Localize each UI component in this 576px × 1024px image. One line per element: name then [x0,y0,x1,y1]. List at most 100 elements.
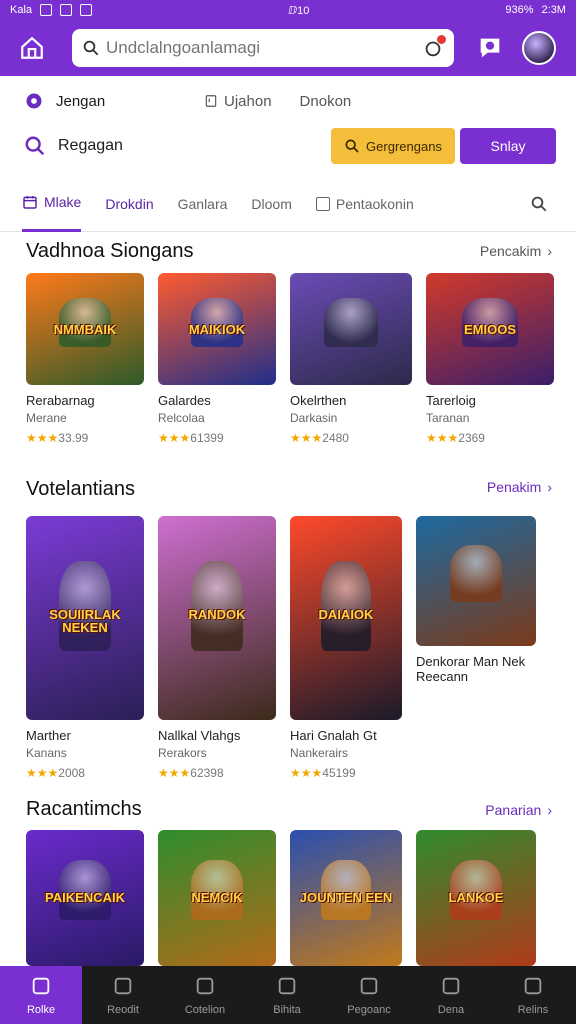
status-text: Kala [10,4,33,16]
game-rating: ★★★45199 [290,766,402,780]
game-thumbnail[interactable]: LANKOE [416,830,536,966]
search-settings-icon [25,136,45,156]
purple-action-button[interactable]: Snlay [460,128,556,164]
search-icon [345,139,359,153]
game-developer: Darkasin [290,411,338,425]
tab-label: Dloom [251,195,292,212]
game-thumbnail[interactable]: MAIKIOK [158,273,276,385]
game-card[interactable]: Okelrthen Darkasin ★★★2480 [290,273,412,445]
search-input[interactable] [106,38,422,58]
game-thumbnail[interactable] [290,273,412,385]
game-thumbnail[interactable]: NMMBAIK [26,273,144,385]
character-art [324,297,378,347]
game-thumbnail[interactable]: PAIKENCAIK [26,830,144,966]
yellow-action-button[interactable]: Gergrengans [331,128,455,164]
character-art [191,560,243,651]
rating-value: 2008 [58,766,85,780]
game-card[interactable]: PAIKENCAIK [26,830,144,966]
game-logo-text: NMMBAIK [53,322,117,337]
tab-pentaokonin[interactable]: Pentaokonin [315,176,414,232]
game-developer: Nankerairs [290,746,349,760]
game-developer: Merane [26,411,67,425]
nav-item-cotelion[interactable]: Cotelion [164,966,246,1024]
bottom-navigation: Rolke Reodit Cotelion Bihita Pegoanc Dena Reli… [0,966,576,1024]
game-thumbnail[interactable]: NEMCIK [158,830,276,966]
search-icon [440,975,462,1000]
calendar-icon [23,196,37,209]
game-thumbnail[interactable]: JOUNTEN EEN [290,830,402,966]
checkbox-icon[interactable] [315,196,330,211]
section-title: Votelantians [26,478,135,500]
game-thumbnail[interactable]: EMIOOS [426,273,554,385]
tab-ganlara[interactable]: Ganlara [178,176,228,232]
sub-option-2[interactable]: Dnokon [300,93,352,110]
chat-icon[interactable] [476,34,504,62]
nav-label: Bihita [273,1003,301,1016]
rating-value: 62398 [190,766,224,780]
category-tabs: Mlake Drokdin Ganlara Dloom Pentaokonin [0,176,576,232]
game-card[interactable]: MAIKIOK Galardes Relcolaa ★★★61399 [158,273,276,445]
game-rating: ★★★33.99 [26,431,144,445]
game-card[interactable]: SOUIIRLAK NEKEN Marther Kanans ★★★2008 [26,516,144,780]
game-card[interactable]: LANKOE [416,830,536,966]
app-icon [60,4,73,16]
nav-item-dena[interactable]: Dena [410,966,492,1024]
settings-label[interactable]: Jengan [56,93,176,110]
character-art [449,544,503,602]
game-card[interactable]: EMIOOS Tarerloig Taranan ★★★2369 [426,273,554,445]
download-icon [358,975,380,1000]
game-card[interactable]: NMMBAIK Rerabarnag Merane ★★★33.99 [26,273,144,445]
see-all-link[interactable]: Pencakim › [480,243,552,259]
section-title: Vadhnoa Siongans [26,240,194,262]
game-thumbnail[interactable]: SOUIIRLAK NEKEN [26,516,144,720]
nav-item-pegoanc[interactable]: Pegoanc [328,966,410,1024]
game-logo-text: DAIAIOK [318,607,374,622]
gear-icon[interactable] [24,91,44,111]
game-thumbnail[interactable]: DAIAIOK [290,516,402,720]
tab-mlake[interactable]: Mlake [22,176,82,232]
chevron-right-icon: › [547,243,552,259]
see-all-link[interactable]: Penakim › [487,479,552,495]
game-card[interactable]: Denkorar Man Nek Reecann [416,516,536,780]
game-card[interactable]: JOUNTEN EEN [290,830,402,966]
nav-item-reodit[interactable]: Reodit [82,966,164,1024]
nav-item-rolke[interactable]: Rolke [0,966,82,1024]
star-icon: ★★★ [426,431,459,445]
game-logo-text: LANKOE [448,890,504,905]
game-developer: Relcolaa [158,411,205,425]
notification-button[interactable] [422,35,446,59]
game-card[interactable]: NEMCIK [158,830,276,966]
see-all-label: Panarian [485,802,542,818]
clock-icon [194,975,216,1000]
action-row: Regagan Gergrengans Snlay [24,128,556,164]
game-title: Marther [26,728,71,743]
game-thumbnail[interactable]: RANDOK [158,516,276,720]
game-title: Rerabarnag [26,393,95,408]
see-all-label: Penakim [486,479,542,495]
tab-label: Pentaokonin [335,195,414,212]
game-card[interactable]: DAIAIOK Hari Gnalah Gt Nankerairs ★★★45199 [290,516,402,780]
home-button[interactable] [12,28,52,68]
avatar[interactable] [522,31,556,65]
sub-option-1[interactable]: Ujahon [204,93,272,110]
chevron-right-icon: › [547,802,552,818]
game-logo-text: PAIKENCAIK [45,890,125,905]
game-card[interactable]: RANDOK Nallkal Vlahgs Rerakors ★★★62398 [158,516,276,780]
star-icon: ★★★ [158,766,191,780]
rating-value: 33.99 [58,431,89,445]
status-center: ⅅ10 [288,4,310,17]
see-all-link[interactable]: Panarian › [485,802,552,818]
action-row-label: Regagan [58,137,123,154]
game-thumbnail[interactable] [416,516,536,646]
tab-dloom[interactable]: Dloom [251,176,291,232]
search-icon[interactable] [530,195,548,213]
nav-item-bihita[interactable]: Bihita [246,966,328,1024]
search-bar[interactable] [72,29,454,67]
nav-item-relins[interactable]: Relins [492,966,574,1024]
game-rating: ★★★61399 [158,431,276,445]
battery-text: 936% [505,4,534,16]
nav-label: Reodit [107,1003,139,1016]
tab-drokdin[interactable]: Drokdin [105,176,153,232]
home-icon [30,975,52,1000]
nav-label: Dena [437,1003,465,1016]
